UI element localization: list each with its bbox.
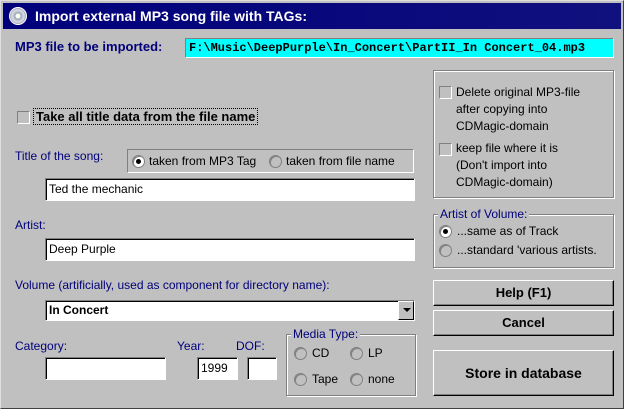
window-title: Import external MP3 song file with TAGs: (35, 8, 307, 24)
cd-icon (9, 7, 27, 25)
cancel-button[interactable]: Cancel (433, 310, 614, 336)
delete-label-line-1: Delete original MP3-file (456, 85, 581, 99)
volume-value: In Concert (49, 303, 109, 317)
media-lp-radio[interactable] (350, 347, 363, 360)
delete-original-label[interactable]: Delete original MP3-file after copying i… (456, 84, 586, 135)
media-lp-label[interactable]: LP (368, 346, 383, 360)
cancel-button-label: Cancel (502, 315, 545, 330)
delete-original-checkbox[interactable] (439, 86, 452, 99)
title-from-file-radio[interactable] (269, 155, 282, 168)
help-button-label: Help (F1) (495, 285, 552, 300)
media-tape-label[interactable]: Tape (312, 372, 338, 386)
title-bar[interactable]: Import external MP3 song file with TAGs: (3, 3, 621, 29)
media-type-label: Media Type: (291, 327, 361, 341)
take-all-checkbox[interactable] (17, 111, 30, 124)
category-input[interactable] (45, 357, 166, 380)
help-button[interactable]: Help (F1) (433, 280, 614, 306)
media-cd-label[interactable]: CD (312, 346, 329, 360)
dof-input[interactable] (247, 357, 277, 380)
year-input[interactable]: 1999 (197, 357, 238, 380)
keep-label-line-3: CDMagic-domain) (456, 175, 553, 189)
store-in-database-button[interactable]: Store in database (433, 350, 614, 396)
mp3-file-label: MP3 file to be imported: (15, 39, 163, 54)
artist-various-label[interactable]: ...standard 'various artists. (457, 243, 597, 257)
artist-input[interactable]: Deep Purple (45, 238, 415, 261)
mp3-path-field[interactable]: F:\Music\DeepPurple\In_Concert\PartII_In… (185, 38, 614, 58)
import-dialog: Import external MP3 song file with TAGs:… (0, 0, 624, 409)
media-type-group (286, 334, 416, 396)
artist-of-volume-group (433, 214, 614, 268)
artist-same-label[interactable]: ...same as of Track (457, 224, 558, 238)
title-from-file-label[interactable]: taken from file name (286, 154, 395, 168)
chevron-down-icon[interactable] (398, 301, 414, 320)
keep-label-line-2: (Don't import into (456, 158, 547, 172)
title-from-tag-label[interactable]: taken from MP3 Tag (149, 154, 256, 168)
store-button-label: Store in database (465, 365, 582, 381)
keep-label-line-1: keep file where it is (456, 141, 559, 155)
media-none-radio[interactable] (350, 373, 363, 386)
media-none-label[interactable]: none (368, 372, 395, 386)
media-tape-radio[interactable] (294, 373, 307, 386)
delete-label-line-2: after copying into (456, 102, 548, 116)
title-label: Title of the song: (15, 149, 104, 163)
category-label: Category: (15, 339, 68, 353)
keep-file-label[interactable]: keep file where it is (Don't import into… (456, 140, 558, 191)
artist-same-radio[interactable] (439, 225, 452, 238)
volume-combobox[interactable]: In Concert (45, 300, 415, 321)
dof-label: DOF: (236, 339, 265, 353)
title-from-tag-radio[interactable] (132, 155, 145, 168)
artist-label: Artist: (15, 218, 46, 232)
keep-file-checkbox[interactable] (439, 143, 452, 156)
volume-label: Volume (artificially, used as component … (15, 278, 330, 292)
artist-various-radio[interactable] (439, 244, 452, 257)
delete-label-line-3: CDMagic-domain (456, 119, 549, 133)
year-label: Year: (177, 339, 205, 353)
media-cd-radio[interactable] (294, 347, 307, 360)
song-title-input[interactable]: Ted the mechanic (45, 178, 415, 201)
artist-of-volume-label: Artist of Volume: (438, 207, 530, 221)
take-all-label[interactable]: Take all title data from the file name (33, 108, 259, 125)
